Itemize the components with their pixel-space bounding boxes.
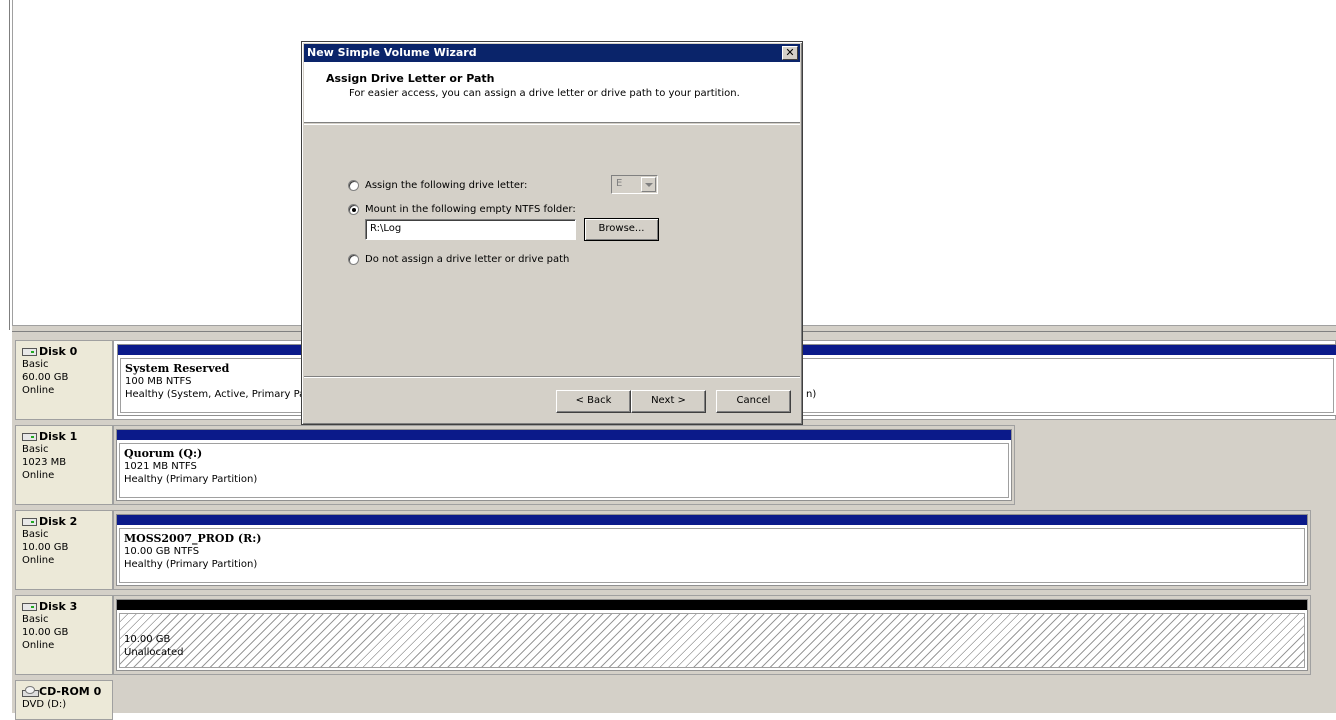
cancel-button[interactable]: Cancel (716, 390, 791, 413)
partition-unallocated[interactable]: 10.00 GB Unallocated (116, 599, 1308, 671)
partition-bar (117, 515, 1307, 525)
disk-status: Online (22, 555, 55, 566)
partition-info: 10.00 GB Unallocated (119, 613, 1305, 668)
disk-label-0[interactable]: Disk 0 Basic 60.00 GB Online (15, 340, 113, 420)
disk-status: Online (22, 385, 55, 396)
disk-type: Basic (22, 529, 49, 540)
option-no-drive-letter[interactable]: Do not assign a drive letter or drive pa… (348, 254, 569, 265)
option-assign-drive-letter[interactable]: Assign the following drive letter: (348, 180, 527, 191)
hard-disk-icon (22, 517, 37, 526)
disk-name: CD-ROM 0 (39, 685, 102, 698)
disk-status: Online (22, 470, 55, 481)
hard-disk-icon (22, 602, 37, 611)
partition-info: Quorum (Q:) 1021 MB NTFS Healthy (Primar… (119, 443, 1009, 498)
disk-size: 10.00 GB (22, 627, 69, 638)
disk-type: Basic (22, 359, 49, 370)
disk-partitions: MOSS2007_PROD (R:) 10.00 GB NTFS Healthy… (113, 510, 1311, 590)
disk-name: Disk 0 (39, 345, 78, 358)
unallocated-label: Unallocated (124, 647, 184, 658)
disk-row-3[interactable]: Disk 3 Basic 10.00 GB Online 10.00 GB Un… (15, 595, 1336, 675)
browse-button[interactable]: Browse... (584, 218, 659, 241)
hard-disk-icon (22, 432, 37, 441)
radio-button[interactable] (348, 180, 359, 191)
option-label: Do not assign a drive letter or drive pa… (365, 254, 570, 265)
disk-row-2[interactable]: Disk 2 Basic 10.00 GB Online MOSS2007_PR… (15, 510, 1336, 590)
disk-status: Online (22, 640, 55, 651)
disk-label-2[interactable]: Disk 2 Basic 10.00 GB Online (15, 510, 113, 590)
disk-name: Disk 1 (39, 430, 78, 443)
option-mount-ntfs-folder[interactable]: Mount in the following empty NTFS folder… (348, 204, 576, 215)
divider (304, 376, 800, 378)
pane-border (12, 0, 13, 330)
radio-button[interactable] (348, 254, 359, 265)
radio-button[interactable] (348, 204, 359, 215)
partition-details: 10.00 GB NTFS (124, 546, 200, 557)
drive-letter-select[interactable]: E (611, 175, 658, 194)
option-label: Mount in the following empty NTFS folder… (365, 204, 576, 215)
next-button[interactable]: Next > (631, 390, 706, 413)
close-button[interactable]: ✕ (782, 46, 798, 60)
dialog-title: New Simple Volume Wizard (307, 46, 477, 59)
back-button[interactable]: < Back (556, 390, 631, 413)
cdrom-icon (22, 686, 39, 697)
disk-name: Disk 3 (39, 600, 78, 613)
partition-health: Healthy (Primary Partition) (124, 559, 258, 570)
partition-moss2007-prod[interactable]: MOSS2007_PROD (R:) 10.00 GB NTFS Healthy… (116, 514, 1308, 586)
partition-health-tail: n) (806, 389, 817, 400)
partition-name: MOSS2007_PROD (R:) (124, 532, 262, 545)
disk-size: 1023 MB (22, 457, 67, 468)
dialog-titlebar[interactable]: New Simple Volume Wizard ✕ (304, 44, 800, 62)
disk-partitions: Quorum (Q:) 1021 MB NTFS Healthy (Primar… (113, 425, 1015, 505)
page-title: Assign Drive Letter or Path (326, 72, 495, 85)
folder-path-input[interactable]: R:\Log (365, 219, 576, 240)
option-label: Assign the following drive letter: (365, 180, 528, 191)
drive-letter-value: E (616, 178, 623, 189)
pane-border (9, 0, 10, 330)
disk-type: Basic (22, 614, 49, 625)
hard-disk-icon (22, 347, 37, 356)
page-subtitle: For easier access, you can assign a driv… (349, 88, 740, 99)
partition-bar (117, 600, 1307, 610)
new-simple-volume-wizard: New Simple Volume Wizard ✕ Assign Drive … (301, 41, 803, 425)
disk-name: Disk 2 (39, 515, 78, 528)
partition-details: 1021 MB NTFS (124, 461, 197, 472)
divider (304, 124, 800, 125)
unallocated-size: 10.00 GB (124, 634, 171, 645)
partition-bar (117, 430, 1011, 440)
chevron-down-icon[interactable] (641, 177, 656, 192)
partition-quorum[interactable]: Quorum (Q:) 1021 MB NTFS Healthy (Primar… (116, 429, 1012, 501)
disk-row-1[interactable]: Disk 1 Basic 1023 MB Online Quorum (Q:) … (15, 425, 1336, 505)
disk-label-cdrom[interactable]: CD-ROM 0 DVD (D:) (15, 680, 113, 720)
disk-size: 60.00 GB (22, 372, 69, 383)
disk-type: DVD (D:) (22, 699, 67, 710)
disk-label-1[interactable]: Disk 1 Basic 1023 MB Online (15, 425, 113, 505)
partition-name: Quorum (Q:) (124, 447, 203, 460)
disk-row-cdrom[interactable]: CD-ROM 0 DVD (D:) (15, 680, 1336, 720)
disk-size: 10.00 GB (22, 542, 69, 553)
partition-info: MOSS2007_PROD (R:) 10.00 GB NTFS Healthy… (119, 528, 1305, 583)
partition-health: Healthy (Primary Partition) (124, 474, 258, 485)
disk-label-3[interactable]: Disk 3 Basic 10.00 GB Online (15, 595, 113, 675)
wizard-header: Assign Drive Letter or Path For easier a… (304, 62, 800, 123)
disk-partitions: 10.00 GB Unallocated (113, 595, 1311, 675)
disk-type: Basic (22, 444, 49, 455)
